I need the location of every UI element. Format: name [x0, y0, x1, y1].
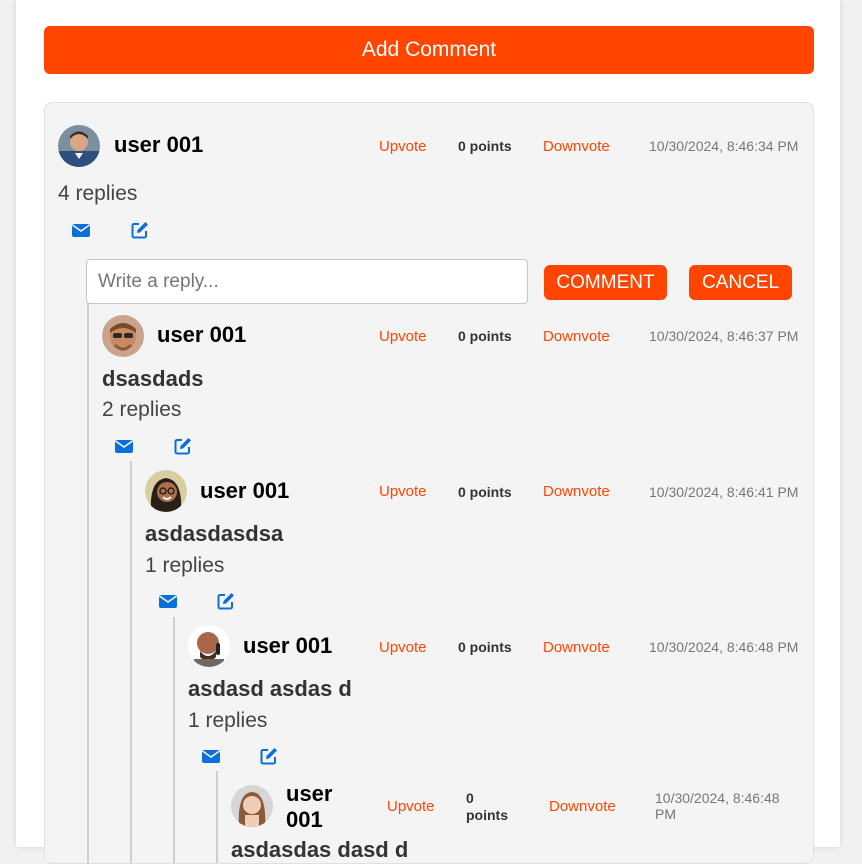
upvote-button[interactable]: Upvote: [379, 328, 427, 345]
comment-text: asdasdas dasd d: [231, 837, 409, 862]
comment-text: asdasd asdas d: [188, 676, 352, 701]
envelope-icon[interactable]: [71, 220, 91, 240]
replies-count[interactable]: 1 replies: [188, 709, 267, 733]
envelope-icon[interactable]: [158, 591, 178, 611]
comment-username[interactable]: user 001: [157, 322, 246, 348]
replies-count[interactable]: 2 replies: [102, 398, 181, 422]
edit-icon[interactable]: [130, 220, 150, 240]
comment-username[interactable]: user 001: [200, 478, 289, 504]
comment-timestamp: 10/30/2024, 8:46:34 PM: [649, 138, 799, 154]
upvote-button[interactable]: Upvote: [379, 639, 427, 656]
comment-username[interactable]: user 001: [114, 132, 203, 158]
avatar: [145, 470, 187, 512]
replies-count[interactable]: 1 replies: [145, 554, 224, 578]
points-count: 0 points: [466, 790, 508, 824]
upvote-button[interactable]: Upvote: [379, 483, 427, 500]
points-line: 0: [466, 790, 474, 806]
edit-icon[interactable]: [173, 436, 193, 456]
upvote-button[interactable]: Upvote: [379, 138, 427, 155]
envelope-icon[interactable]: [114, 436, 134, 456]
points-count: 0 points: [458, 484, 512, 500]
comment-timestamp: 10/30/2024, 8:46:37 PM: [649, 328, 799, 344]
downvote-button[interactable]: Downvote: [549, 798, 616, 815]
comment-text: asdasdasdsa: [145, 521, 284, 546]
replies-count[interactable]: 4 replies: [58, 182, 137, 206]
avatar: [102, 315, 144, 357]
edit-icon[interactable]: [259, 746, 279, 766]
comment-timestamp: 10/30/2024, 8:46:48 PM: [649, 639, 799, 655]
downvote-button[interactable]: Downvote: [543, 328, 610, 345]
downvote-button[interactable]: Downvote: [543, 639, 610, 656]
points-count: 0 points: [458, 328, 512, 344]
points-line: points: [466, 807, 508, 823]
comment-text: dsasdads: [102, 366, 204, 391]
reply-input[interactable]: [86, 259, 528, 304]
avatar: [58, 125, 100, 167]
add-comment-button[interactable]: Add Comment: [44, 26, 814, 74]
comment-username[interactable]: user 001: [243, 633, 332, 659]
thread-line: [216, 771, 218, 863]
comment-button[interactable]: COMMENT: [544, 265, 667, 300]
points-count: 0 points: [458, 138, 512, 154]
points-count: 0 points: [458, 639, 512, 655]
comment-timestamp: 10/30/2024, 8:46:48 PM: [655, 790, 780, 822]
downvote-button[interactable]: Downvote: [543, 138, 610, 155]
downvote-button[interactable]: Downvote: [543, 483, 610, 500]
username-line: 001: [286, 807, 323, 832]
avatar: [188, 625, 230, 667]
comment-timestamp: 10/30/2024, 8:46:41 PM: [649, 484, 799, 500]
upvote-button[interactable]: Upvote: [387, 798, 435, 815]
avatar: [231, 785, 273, 827]
comment-thread-card: user 001 Upvote 0 points Downvote 10/30/…: [44, 102, 814, 864]
timestamp-line: PM: [655, 806, 676, 822]
cancel-button[interactable]: CANCEL: [689, 265, 792, 300]
comment-username[interactable]: user 001: [286, 781, 332, 833]
thread-line: [87, 303, 89, 863]
timestamp-line: 10/30/2024, 8:46:48: [655, 790, 780, 806]
thread-line: [173, 617, 175, 863]
edit-icon[interactable]: [216, 591, 236, 611]
username-line: user: [286, 781, 333, 806]
envelope-icon[interactable]: [201, 746, 221, 766]
thread-line: [130, 461, 132, 863]
